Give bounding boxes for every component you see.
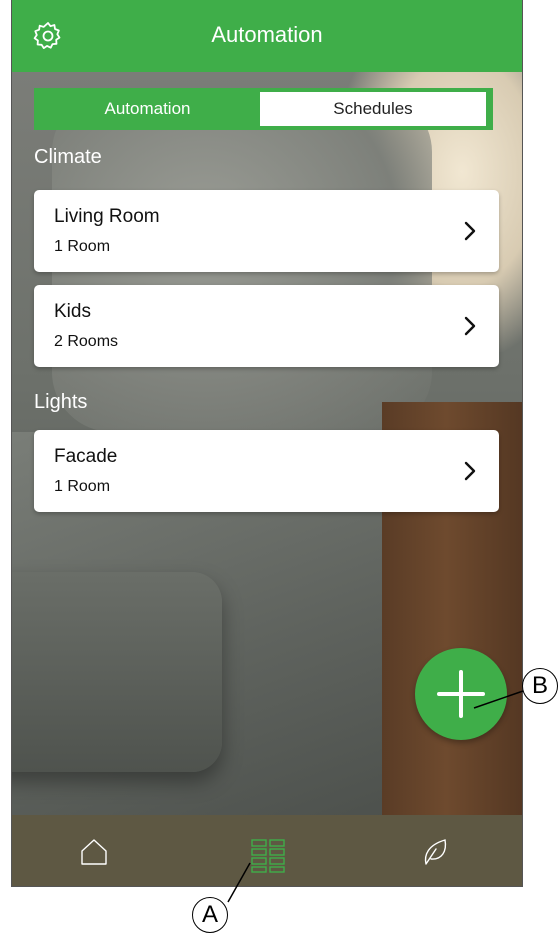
item-name: Kids	[54, 301, 91, 322]
app-header: Automation	[12, 0, 522, 72]
callout-b: B	[522, 668, 558, 704]
list-item-kids[interactable]: Kids 2 Rooms	[34, 285, 499, 367]
bottom-nav	[12, 815, 522, 886]
chevron-right-icon	[464, 461, 476, 481]
home-icon[interactable]	[79, 837, 109, 867]
chevron-right-icon	[464, 316, 476, 336]
item-name: Living Room	[54, 206, 160, 227]
section-title-lights: Lights	[34, 391, 88, 413]
item-name: Facade	[54, 446, 118, 467]
item-subtitle: 1 Room	[54, 238, 111, 255]
section-title-climate: Climate	[34, 146, 102, 168]
list-item-living-room[interactable]: Living Room 1 Room	[34, 190, 499, 272]
segmented-control: Automation Schedules	[34, 88, 493, 130]
chevron-right-icon	[464, 221, 476, 241]
item-subtitle: 1 Room	[54, 478, 111, 495]
callout-a: A	[192, 897, 228, 933]
tab-automation[interactable]: Automation	[38, 92, 257, 126]
callout-line-a	[227, 862, 251, 903]
callout-line-b	[473, 689, 527, 709]
app-screen: Automation Automation Schedules Climate …	[11, 0, 523, 887]
list-item-facade[interactable]: Facade 1 Room	[34, 430, 499, 512]
leaf-icon[interactable]	[420, 837, 450, 867]
tab-schedules[interactable]: Schedules	[260, 92, 486, 126]
item-subtitle: 2 Rooms	[54, 333, 119, 350]
page-title: Automation	[211, 22, 323, 47]
